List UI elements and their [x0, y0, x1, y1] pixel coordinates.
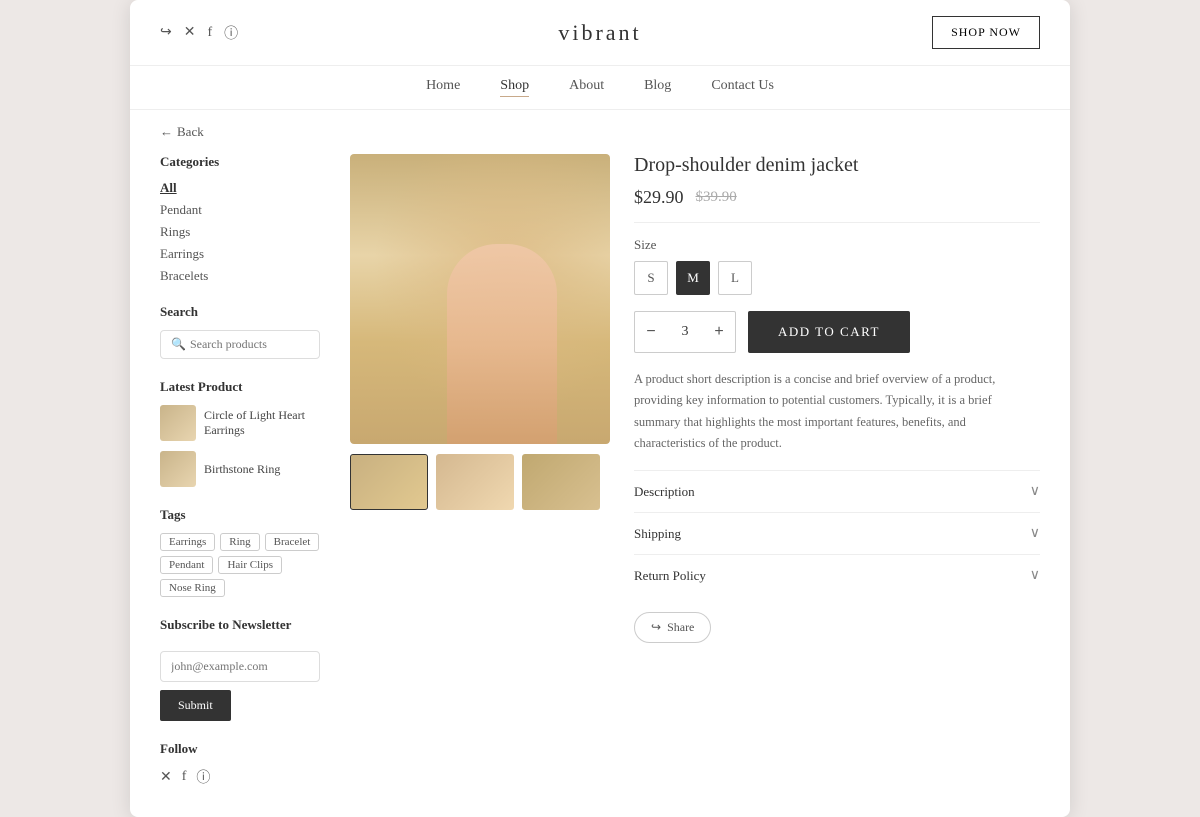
newsletter-input[interactable] [160, 651, 320, 682]
add-to-cart-button[interactable]: ADD TO CART [748, 311, 910, 353]
accordion-description: Description ∨ [634, 470, 1040, 512]
nav-contact[interactable]: Contact Us [711, 78, 774, 97]
follow-instagram-icon[interactable]: ⓘ [196, 767, 210, 787]
accordion-shipping-header[interactable]: Shipping ∨ [634, 525, 1040, 542]
x-icon[interactable]: ✕ [184, 24, 196, 41]
cart-row: − 3 + ADD TO CART [634, 311, 1040, 353]
back-arrow-icon: ← [160, 124, 173, 140]
follow-section: Follow ✕ f ⓘ [160, 741, 320, 787]
tag-earrings[interactable]: Earrings [160, 533, 215, 551]
tags-section: Tags Earrings Ring Bracelet Pendant Hair… [160, 507, 320, 597]
newsletter-section: Subscribe to Newsletter Submit [160, 617, 320, 721]
tag-bracelet[interactable]: Bracelet [265, 533, 320, 551]
latest-item-1-label: Circle of Light Heart Earrings [204, 408, 320, 438]
search-section: Search 🔍 [160, 304, 320, 359]
chevron-shipping-icon: ∨ [1030, 525, 1040, 542]
tag-pendant[interactable]: Pendant [160, 556, 213, 574]
nav-shop[interactable]: Shop [500, 78, 529, 97]
share-icon: ↪ [651, 620, 661, 635]
accordion-return-title: Return Policy [634, 568, 706, 584]
nav-blog[interactable]: Blog [644, 78, 671, 97]
search-icon: 🔍 [171, 337, 186, 352]
product-area: Drop-shoulder denim jacket $29.90 $39.90… [350, 154, 1040, 787]
category-all[interactable]: All [160, 180, 320, 196]
size-options: S M L [634, 261, 1040, 295]
latest-product-section: Latest Product Circle of Light Heart Ear… [160, 379, 320, 487]
quantity-value: 3 [667, 324, 703, 340]
nav-about[interactable]: About [569, 78, 604, 97]
price-original: $39.90 [696, 189, 737, 206]
tags-container: Earrings Ring Bracelet Pendant Hair Clip… [160, 533, 320, 597]
size-m[interactable]: M [676, 261, 710, 295]
accordion: Description ∨ Shipping ∨ Return Policy [634, 470, 1040, 596]
main-content: Categories All Pendant Rings Earrings Br… [130, 154, 1070, 817]
facebook-icon[interactable]: f [207, 25, 212, 41]
category-pendant[interactable]: Pendant [160, 202, 320, 218]
tags-title: Tags [160, 507, 320, 523]
submit-button[interactable]: Submit [160, 690, 231, 721]
quantity-control: − 3 + [634, 311, 736, 353]
product-title: Drop-shoulder denim jacket [634, 154, 1040, 177]
latest-thumb-1 [160, 405, 196, 441]
shop-now-button[interactable]: SHOP NOW [932, 16, 1040, 49]
thumbnail-3[interactable] [522, 454, 600, 510]
newsletter-title: Subscribe to Newsletter [160, 617, 320, 633]
size-label: Size [634, 237, 1040, 253]
latest-thumb-2 [160, 451, 196, 487]
accordion-return: Return Policy ∨ [634, 554, 1040, 596]
back-label: Back [177, 124, 204, 140]
thumbnail-2[interactable] [436, 454, 514, 510]
back-link[interactable]: ← Back [130, 110, 1070, 154]
instagram-icon[interactable]: ⓘ [224, 23, 238, 43]
nav-home[interactable]: Home [426, 78, 460, 97]
accordion-shipping-title: Shipping [634, 526, 681, 542]
price-current: $29.90 [634, 187, 684, 208]
quantity-decrease[interactable]: − [635, 312, 667, 352]
thumbnail-1[interactable] [350, 454, 428, 510]
search-input[interactable] [190, 337, 309, 352]
product-details: Drop-shoulder denim jacket $29.90 $39.90… [634, 154, 1040, 787]
search-box: 🔍 [160, 330, 320, 359]
thumbnails [350, 454, 610, 510]
logo: vibrant [558, 20, 641, 46]
chevron-return-icon: ∨ [1030, 567, 1040, 584]
follow-title: Follow [160, 741, 320, 757]
share-label: Share [667, 620, 694, 635]
accordion-description-header[interactable]: Description ∨ [634, 483, 1040, 500]
size-l[interactable]: L [718, 261, 752, 295]
tag-nosering[interactable]: Nose Ring [160, 579, 225, 597]
product-images [350, 154, 610, 787]
follow-facebook-icon[interactable]: f [182, 769, 187, 785]
latest-item-2[interactable]: Birthstone Ring [160, 451, 320, 487]
tag-ring[interactable]: Ring [220, 533, 259, 551]
size-section: Size S M L [634, 237, 1040, 295]
main-product-image [350, 154, 610, 444]
social-icons: ↪ ✕ f ⓘ [160, 23, 238, 43]
accordion-return-header[interactable]: Return Policy ∨ [634, 567, 1040, 584]
follow-icons: ✕ f ⓘ [160, 767, 320, 787]
accordion-shipping: Shipping ∨ [634, 512, 1040, 554]
categories-title: Categories [160, 154, 320, 170]
latest-title: Latest Product [160, 379, 320, 395]
quantity-increase[interactable]: + [703, 312, 735, 352]
chevron-description-icon: ∨ [1030, 483, 1040, 500]
share-button[interactable]: ↪ Share [634, 612, 711, 643]
accordion-description-title: Description [634, 484, 695, 500]
category-earrings[interactable]: Earrings [160, 246, 320, 262]
share-icon[interactable]: ↪ [160, 24, 172, 41]
category-bracelets[interactable]: Bracelets [160, 268, 320, 284]
latest-item-2-label: Birthstone Ring [204, 462, 280, 477]
header: ↪ ✕ f ⓘ vibrant SHOP NOW [130, 0, 1070, 66]
sidebar: Categories All Pendant Rings Earrings Br… [160, 154, 320, 787]
main-nav: Home Shop About Blog Contact Us [130, 66, 1070, 110]
search-title: Search [160, 304, 320, 320]
product-description: A product short description is a concise… [634, 369, 1040, 454]
latest-item-1[interactable]: Circle of Light Heart Earrings [160, 405, 320, 441]
size-s[interactable]: S [634, 261, 668, 295]
category-rings[interactable]: Rings [160, 224, 320, 240]
categories-list: All Pendant Rings Earrings Bracelets [160, 180, 320, 284]
tag-hairclips[interactable]: Hair Clips [218, 556, 282, 574]
price-row: $29.90 $39.90 [634, 187, 1040, 223]
follow-x-icon[interactable]: ✕ [160, 769, 172, 786]
